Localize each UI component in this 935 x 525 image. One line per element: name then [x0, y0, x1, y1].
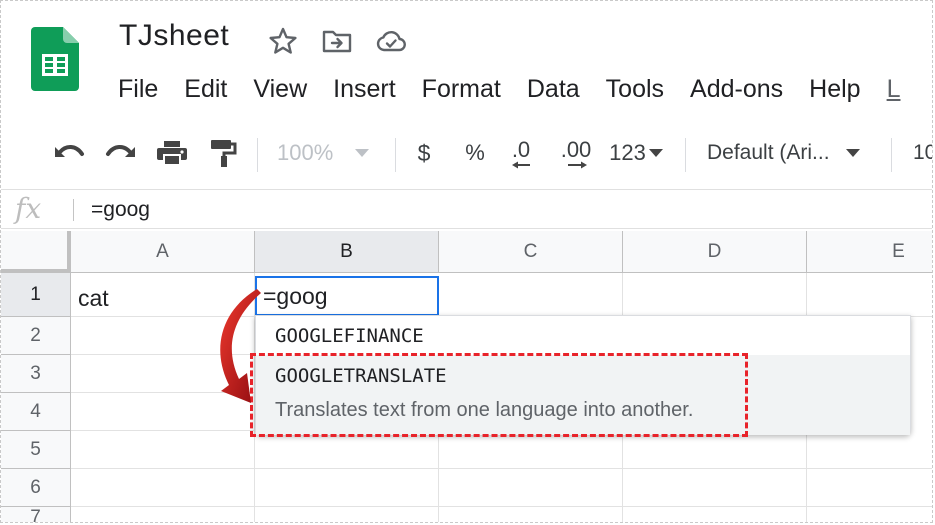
- sheets-logo-icon[interactable]: [31, 27, 79, 91]
- cell-b7[interactable]: [255, 507, 439, 522]
- cell-d6[interactable]: [623, 469, 807, 507]
- chevron-down-icon: [355, 149, 370, 157]
- cell-e7[interactable]: [807, 507, 932, 522]
- move-to-folder-icon[interactable]: [321, 25, 353, 57]
- column-header-a[interactable]: A: [71, 231, 255, 273]
- curved-arrow-annotation-icon: [220, 289, 261, 403]
- paint-format-button[interactable]: [205, 124, 241, 182]
- menu-insert[interactable]: Insert: [320, 75, 409, 104]
- row-header-7[interactable]: 7: [1, 507, 71, 522]
- menu-add-ons[interactable]: Add-ons: [677, 75, 796, 104]
- zoom-value: 100%: [277, 140, 334, 165]
- chevron-down-icon: [845, 149, 860, 157]
- cell-a6[interactable]: [71, 469, 255, 507]
- cell-d7[interactable]: [623, 507, 807, 522]
- menu-last-edit-link[interactable]: L: [874, 75, 914, 104]
- toolbar-divider: [891, 138, 892, 172]
- menu-data[interactable]: Data: [514, 75, 593, 104]
- percent-symbol: %: [465, 140, 485, 165]
- redo-icon: [106, 145, 135, 157]
- column-header-c[interactable]: C: [439, 231, 623, 273]
- increase-decimal-label: .00: [560, 137, 592, 162]
- print-button[interactable]: [153, 124, 191, 182]
- print-icon: [157, 141, 187, 166]
- select-all-corner[interactable]: [1, 231, 71, 273]
- toolbar: 100% $ % .0 .00 123 Default (Ari... 10: [1, 124, 932, 182]
- column-header-d[interactable]: D: [623, 231, 807, 273]
- highlight-annotation-box: [250, 353, 748, 437]
- chevron-down-icon: [648, 149, 663, 157]
- menu-file[interactable]: File: [105, 75, 171, 104]
- toolbar-divider: [257, 138, 258, 172]
- cell-e1[interactable]: [807, 273, 932, 317]
- font-size-select[interactable]: 10: [913, 124, 932, 182]
- menu-format[interactable]: Format: [409, 75, 514, 104]
- menu-tools[interactable]: Tools: [593, 75, 677, 104]
- more-formats-label: 123: [609, 140, 646, 165]
- menu-help[interactable]: Help: [796, 75, 873, 104]
- fx-icon: fx: [15, 192, 42, 225]
- increase-decimal-button[interactable]: .00: [555, 124, 597, 182]
- cell-b6[interactable]: [255, 469, 439, 507]
- star-icon[interactable]: [267, 25, 299, 57]
- undo-button[interactable]: [49, 124, 89, 182]
- decrease-decimal-label: .0: [511, 137, 531, 162]
- currency-symbol: $: [417, 139, 431, 166]
- menu-view[interactable]: View: [240, 75, 320, 104]
- cell-d1[interactable]: [623, 273, 807, 317]
- zoom-select[interactable]: 100%: [277, 124, 381, 182]
- row-header-4[interactable]: 4: [1, 393, 71, 431]
- row-header-1[interactable]: 1: [1, 273, 71, 317]
- document-title[interactable]: TJsheet: [119, 19, 229, 53]
- formula-bar-divider: [73, 199, 74, 221]
- undo-icon: [55, 145, 84, 157]
- active-cell-b1[interactable]: =goog: [255, 276, 439, 316]
- autocomplete-function-name: GOOGLEFINANCE: [275, 325, 424, 347]
- toolbar-divider: [685, 138, 686, 172]
- redo-button[interactable]: [101, 124, 141, 182]
- arrow-left-icon: [512, 161, 530, 169]
- row-header-2[interactable]: 2: [1, 317, 71, 355]
- toolbar-divider: [395, 138, 396, 172]
- cell-e6[interactable]: [807, 469, 932, 507]
- autocomplete-item-googlefinance[interactable]: GOOGLEFINANCE: [256, 316, 910, 354]
- font-family-value: Default (Ari...: [707, 141, 830, 164]
- cell-c6[interactable]: [439, 469, 623, 507]
- cell-a5[interactable]: [71, 431, 255, 469]
- row-header-6[interactable]: 6: [1, 469, 71, 507]
- paint-format-icon: [211, 140, 237, 167]
- cell-c1[interactable]: [439, 273, 623, 317]
- decrease-decimal-button[interactable]: .0: [501, 124, 541, 182]
- row-header-5[interactable]: 5: [1, 431, 71, 469]
- font-size-value: 10: [913, 141, 932, 164]
- percent-format-button[interactable]: %: [459, 124, 491, 182]
- font-family-select[interactable]: Default (Ari...: [707, 124, 875, 182]
- menu-edit[interactable]: Edit: [171, 75, 240, 104]
- row-header-3[interactable]: 3: [1, 355, 71, 393]
- cell-c7[interactable]: [439, 507, 623, 522]
- formula-bar: fx =goog: [1, 189, 932, 230]
- column-header-b[interactable]: B: [255, 231, 439, 273]
- cell-e5[interactable]: [807, 431, 932, 469]
- more-formats-button[interactable]: 123: [605, 124, 667, 182]
- cloud-saved-icon[interactable]: [375, 25, 407, 57]
- screenshot-frame: TJsheet File Edit View Insert Format Dat…: [0, 0, 933, 523]
- currency-format-button[interactable]: $: [409, 124, 439, 182]
- arrow-right-icon: [568, 161, 587, 169]
- formula-input[interactable]: =goog: [91, 190, 150, 230]
- cell-a7[interactable]: [71, 507, 255, 522]
- column-header-e[interactable]: E: [807, 231, 932, 273]
- menu-bar: File Edit View Insert Format Data Tools …: [105, 71, 914, 107]
